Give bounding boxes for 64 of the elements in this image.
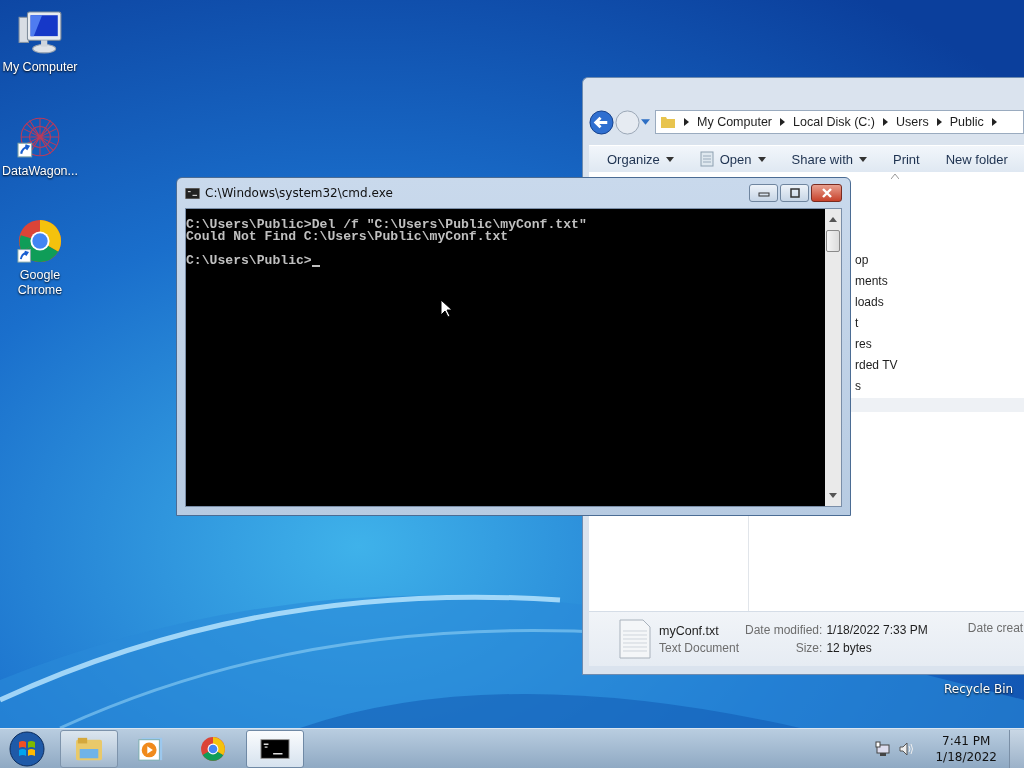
text-cursor [311, 265, 320, 267]
close-icon [820, 188, 833, 198]
breadcrumb-item[interactable]: Public [949, 115, 984, 129]
mouse-pointer-icon [440, 299, 452, 318]
breadcrumb-arrow-icon[interactable] [936, 118, 942, 126]
chrome-icon[interactable] [17, 218, 63, 264]
console-line: C:\Users\Public>Del /f "C:\Users\Public\myConf.txt" [186, 219, 588, 231]
navigation-item[interactable]: s [855, 376, 898, 397]
scroll-up-arrow-icon[interactable] [829, 217, 837, 222]
toolbar-button[interactable]: Print [885, 148, 928, 170]
detail-value: 1/18/2022 7:33 PM [826, 623, 928, 637]
maximize-button[interactable] [780, 184, 809, 202]
chrome-icon [198, 735, 228, 762]
toolbar-button[interactable]: New folder [937, 148, 1016, 170]
breadcrumb-item[interactable]: My Computer [697, 115, 773, 129]
speaker-icon[interactable] [899, 740, 916, 757]
toolbar-button[interactable]: Open [691, 148, 774, 170]
desktop-icon-label[interactable]: DataWagon... [1, 164, 79, 179]
navigation-item[interactable]: res [855, 334, 898, 355]
maximize-icon [788, 188, 801, 198]
breadcrumb-item[interactable]: Users [896, 115, 929, 129]
navigation-item[interactable]: t [855, 313, 898, 334]
breadcrumb-arrow-icon[interactable] [780, 118, 786, 126]
clock-date: 1/18/2022 [935, 748, 997, 765]
desktop-icon-label[interactable]: Recycle Bin [944, 682, 1014, 696]
scrollbar-thumb[interactable] [826, 230, 840, 252]
desktop-icon-label[interactable]: My Computer [1, 60, 79, 75]
console-prompt: C:\Users\Public> [186, 255, 312, 267]
text-document-icon [619, 619, 651, 659]
start-button[interactable] [9, 730, 45, 767]
breadcrumb-arrow-icon[interactable] [991, 118, 997, 126]
file-name: myConf.txt [659, 623, 720, 638]
network-icon[interactable] [875, 740, 892, 757]
toolbar-button[interactable]: Share with [783, 148, 875, 170]
file-type: Text Document [659, 640, 741, 655]
breadcrumb-arrow-icon[interactable] [684, 118, 689, 126]
window-title: C:\Windows\system32\cmd.exe [205, 186, 393, 200]
minimize-button[interactable] [749, 184, 778, 202]
detail-label: Date modified: [745, 623, 823, 637]
recent-pages-dropdown-icon[interactable] [641, 119, 650, 125]
detail-label: Size: [794, 641, 823, 655]
desktop-icon-label[interactable]: Google Chrome [1, 268, 79, 298]
back-button[interactable] [589, 109, 614, 135]
detail-value: 12 bytes [826, 641, 873, 655]
computer-icon[interactable] [17, 10, 63, 56]
folder-icon [660, 114, 676, 130]
close-button[interactable] [811, 184, 842, 202]
folder-icon [74, 735, 104, 762]
breadcrumb-arrow-icon[interactable] [883, 118, 888, 126]
scroll-down-arrow-icon[interactable] [829, 493, 837, 498]
breadcrumb-item[interactable]: Local Disk (C:) [793, 115, 875, 129]
console-line: Could Not Find C:\Users\Public\myConf.txt [186, 231, 509, 243]
scrollbar[interactable] [825, 209, 841, 506]
navigation-item[interactable]: op [855, 250, 898, 271]
taskbar-button[interactable] [246, 729, 304, 768]
navigation-item[interactable]: ments [855, 271, 898, 292]
clock[interactable]: 7:41 PM 1/18/2022 [935, 732, 997, 765]
clock-time: 7:41 PM [942, 732, 991, 749]
address-bar[interactable]: My Computer Local Disk (C:) Users Public [655, 110, 1024, 134]
console-icon [185, 187, 200, 199]
toolbar-button[interactable]: Organize [599, 148, 682, 170]
navigation-item[interactable]: loads [855, 292, 898, 313]
detail-label: Date creat [967, 621, 1024, 635]
navigation-item[interactable]: rded TV [855, 355, 898, 376]
